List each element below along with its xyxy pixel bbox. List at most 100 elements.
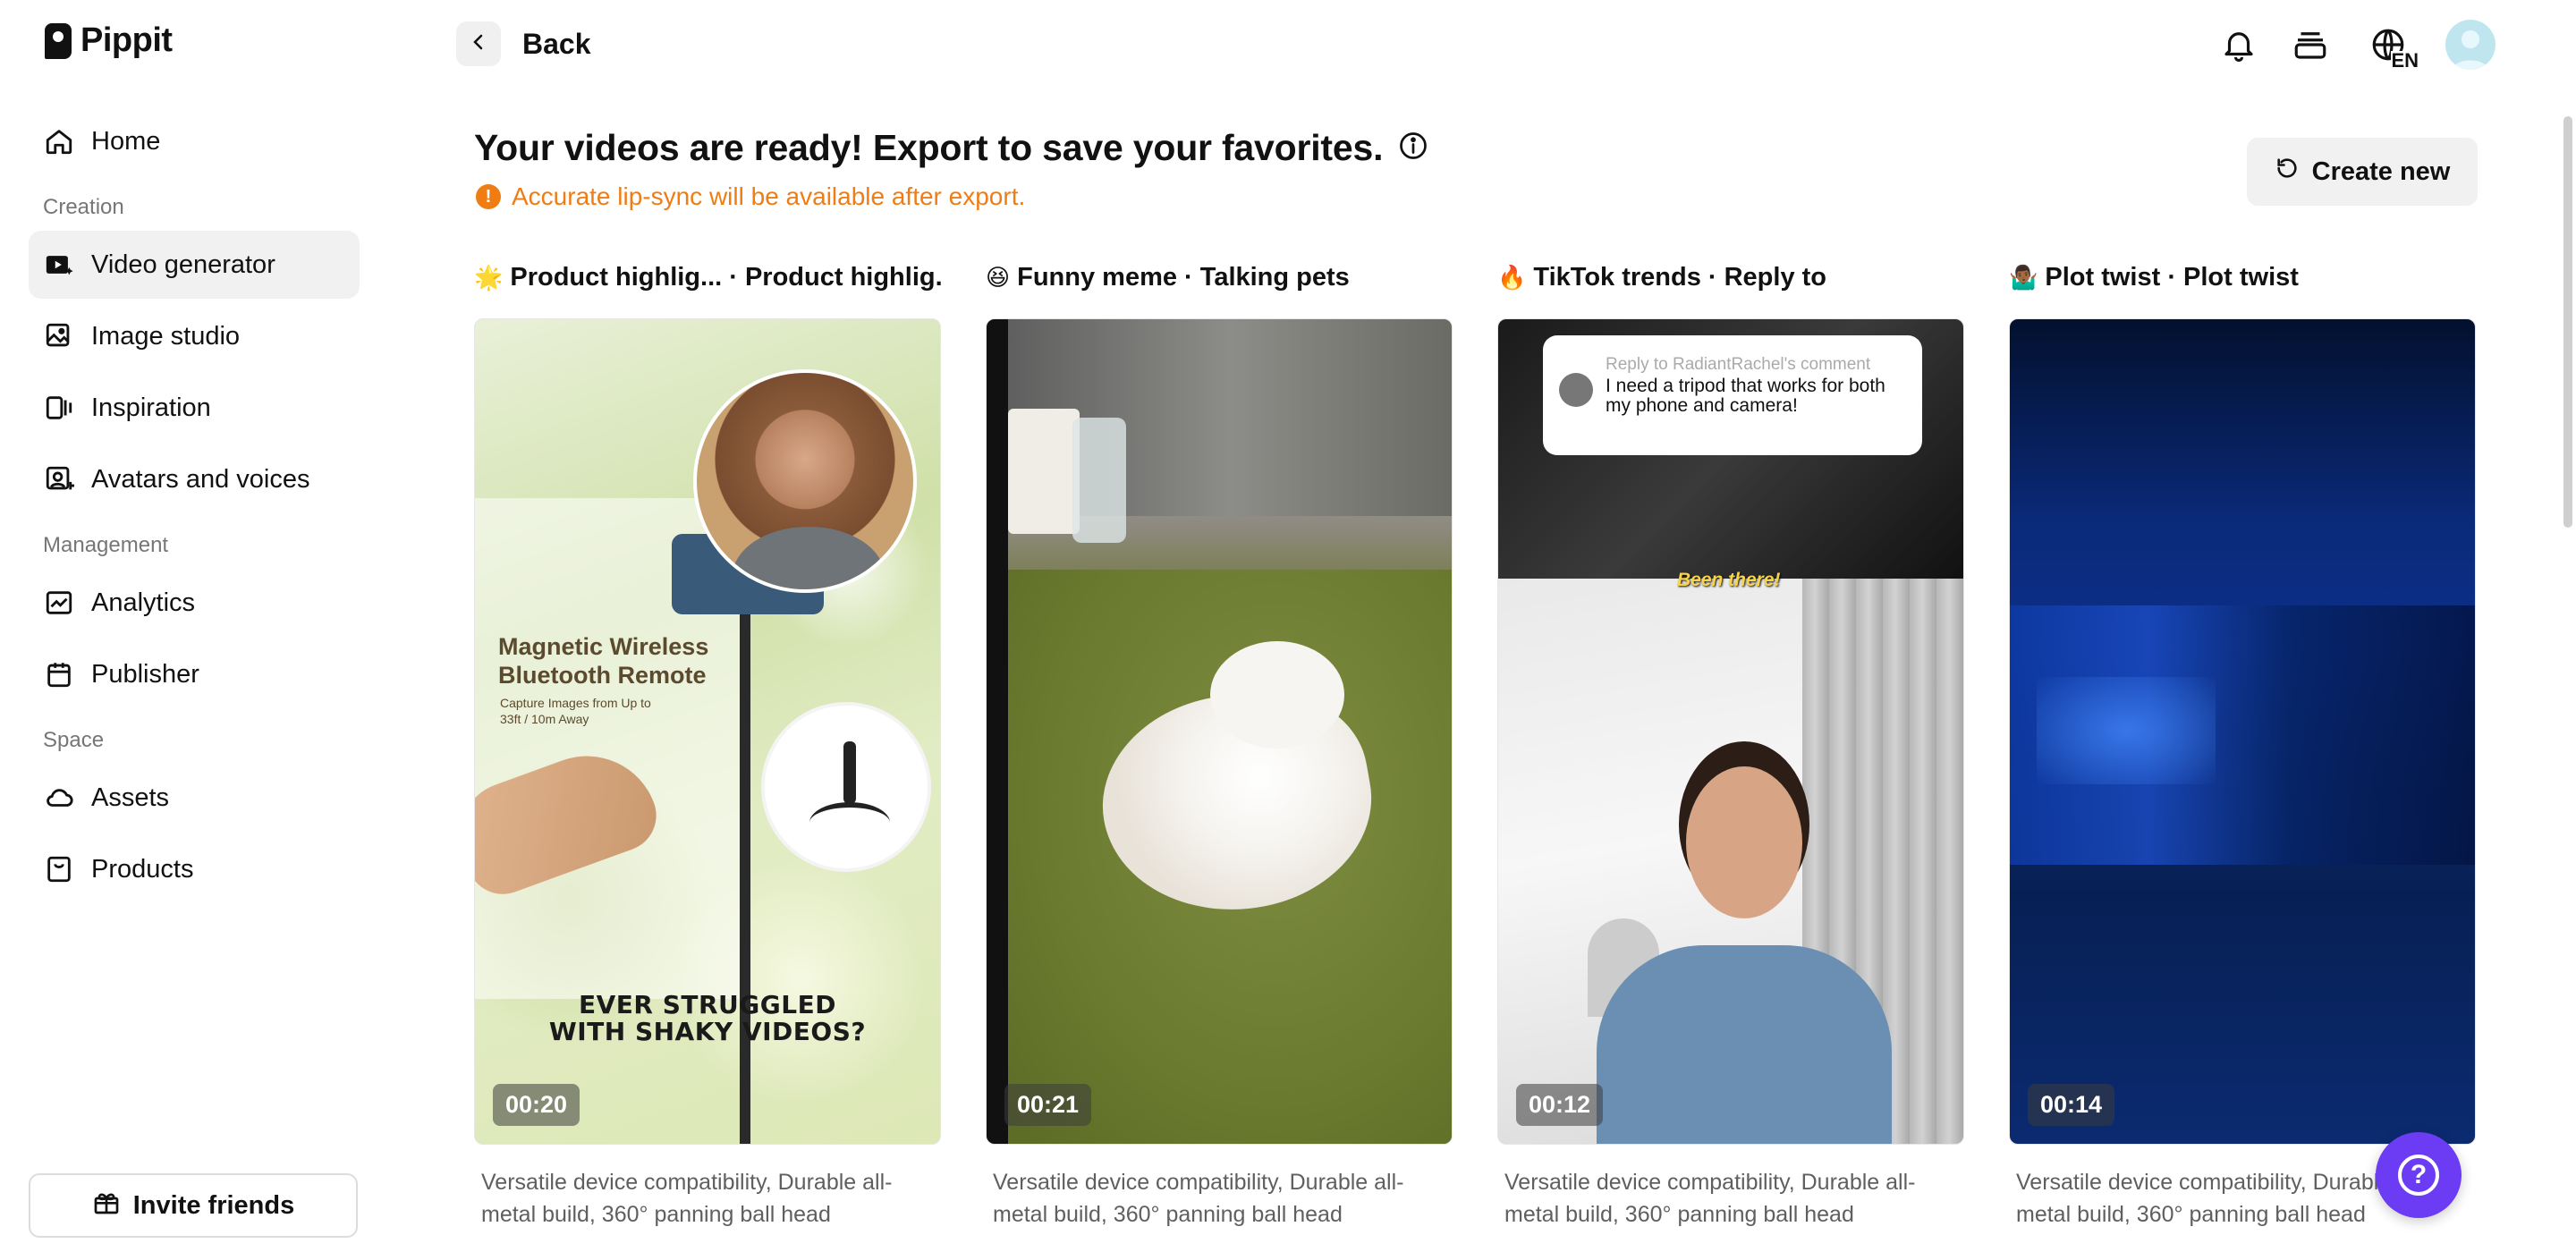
page-title: Your videos are ready! Export to save yo…: [474, 127, 1384, 168]
card-description: Versatile device compatibility, Durable …: [993, 1170, 1404, 1227]
layers-icon[interactable]: [2290, 24, 2331, 65]
sidebar-item-products[interactable]: Products: [29, 835, 360, 903]
overlay-caption: EVER STRUGGLED WITH SHAKY VIDEOS?: [548, 990, 867, 1046]
inspiration-icon: [43, 392, 75, 424]
sidebar: Pippit Home Creation Video generator Ima…: [0, 0, 385, 1252]
section-title-management: Management: [43, 533, 169, 557]
brand-logo[interactable]: Pippit: [45, 21, 173, 60]
section-title-space: Space: [43, 728, 105, 752]
card-title: 🤷🏾‍♂️ Plot twist · Plot twist: [2009, 256, 2476, 299]
bell-icon[interactable]: [2218, 24, 2259, 65]
sidebar-item-label: Publisher: [91, 659, 199, 689]
language-badge: EN: [2391, 49, 2419, 72]
reply-comment-bubble: Reply to RadiantRachel's comment I need …: [1543, 335, 1922, 455]
sidebar-item-avatars-voices[interactable]: Avatars and voices: [29, 445, 360, 513]
video-card-list: 🌟 Product highlig... · Product highlig..…: [474, 256, 2476, 1231]
video-card[interactable]: 🔥 TikTok trends · Reply to Reply to Radi…: [1497, 256, 1964, 1231]
invite-label: Invite friends: [132, 1190, 295, 1220]
card-title: 😆 Funny meme · Talking pets: [986, 256, 1453, 299]
warning-icon: !: [476, 184, 501, 209]
duration-badge: 00:20: [493, 1084, 580, 1126]
overlay-title: Magnetic Wireless Bluetooth Remote: [498, 633, 709, 689]
sidebar-item-label: Assets: [91, 782, 170, 812]
sidebar-item-label: Analytics: [91, 588, 196, 617]
sidebar-item-inspiration[interactable]: Inspiration: [29, 374, 360, 442]
bottle-graphic: [1072, 418, 1126, 543]
overlay-caption: Been there!: [1677, 570, 1781, 590]
duration-badge: 00:12: [1516, 1084, 1604, 1126]
card-description: Versatile device compatibility, Durable …: [1504, 1170, 1916, 1227]
brand-name: Pippit: [80, 21, 173, 59]
sidebar-item-publisher[interactable]: Publisher: [29, 640, 360, 708]
sidebar-item-label: Avatars and voices: [91, 464, 310, 494]
sidebar-nav: Home Creation Video generator Image stud…: [29, 107, 360, 907]
video-card[interactable]: 😆 Funny meme · Talking pets 00:21 Versat…: [986, 256, 1453, 1231]
user-avatar[interactable]: [2445, 20, 2496, 70]
card-emoji: 🔥: [1497, 263, 1527, 291]
card-emoji: 🤷🏾‍♂️: [2009, 263, 2038, 291]
sidebar-item-label: Inspiration: [91, 393, 211, 422]
presenter-head: [1686, 766, 1802, 918]
invite-friends-button[interactable]: Invite friends: [29, 1173, 358, 1238]
card-emoji: 😆: [986, 263, 1011, 291]
glow-graphic: [2037, 677, 2216, 784]
card-description: Versatile device compatibility, Durable …: [481, 1170, 893, 1227]
header-actions: EN: [2218, 20, 2496, 71]
commenter-avatar: [1559, 373, 1593, 407]
sidebar-item-label: Image studio: [91, 321, 241, 351]
video-card[interactable]: 🌟 Product highlig... · Product highlig..…: [474, 256, 941, 1231]
back-button[interactable]: [456, 21, 501, 66]
tripod-graphic: [761, 702, 931, 872]
video-card[interactable]: 🤷🏾‍♂️ Plot twist · Plot twist 00:14 Vers…: [2009, 256, 2476, 1231]
sidebar-item-analytics[interactable]: Analytics: [29, 569, 360, 637]
cat-head-graphic: [1210, 641, 1344, 749]
gift-icon: [92, 1188, 121, 1223]
card-title-text: Product highlig... · Product highlig...: [510, 262, 941, 292]
back-label[interactable]: Back: [522, 28, 591, 61]
refresh-icon: [2275, 156, 2300, 188]
info-icon[interactable]: [1397, 130, 1429, 166]
chevron-left-icon: [468, 31, 489, 57]
home-icon: [43, 125, 75, 157]
section-title-creation: Creation: [43, 195, 124, 219]
notice-text: Accurate lip-sync will be available afte…: [512, 182, 1026, 210]
product-box-icon: [43, 853, 75, 885]
avatar-voice-icon: [43, 463, 75, 495]
card-emoji: 🌟: [474, 263, 504, 291]
language-globe-icon[interactable]: EN: [2361, 24, 2419, 71]
sidebar-item-home[interactable]: Home: [29, 107, 360, 175]
cloud-icon: [43, 782, 75, 814]
card-title: 🌟 Product highlig... · Product highlig..…: [474, 256, 941, 299]
card-title: 🔥 TikTok trends · Reply to: [1497, 256, 1964, 299]
duration-badge: 00:14: [2028, 1084, 2115, 1126]
video-thumbnail[interactable]: 00:21: [986, 318, 1453, 1145]
card-title-text: Plot twist · Plot twist: [2045, 262, 2299, 292]
card-title-text: Funny meme · Talking pets: [1017, 262, 1350, 292]
sidebar-item-label: Video generator: [91, 250, 275, 279]
create-new-label: Create new: [2311, 156, 2451, 186]
sidebar-item-label: Products: [91, 854, 194, 884]
sidebar-item-image-studio[interactable]: Image studio: [29, 302, 360, 370]
video-thumbnail[interactable]: Magnetic Wireless Bluetooth Remote Captu…: [474, 318, 941, 1145]
letterbox-bar: [987, 319, 1008, 1144]
overlay-subtitle: Capture Images from Up to 33ft / 10m Awa…: [500, 696, 651, 726]
card-title-text: TikTok trends · Reply to: [1533, 262, 1827, 292]
sidebar-item-assets[interactable]: Assets: [29, 764, 360, 832]
video-generator-icon: [43, 249, 75, 281]
vertical-scrollbar[interactable]: [2563, 116, 2572, 528]
duration-badge: 00:21: [1004, 1084, 1092, 1126]
presenter-body: [1597, 945, 1892, 1144]
analytics-icon: [43, 587, 75, 619]
comment-text: I need a tripod that works for both my p…: [1606, 376, 1885, 416]
video-thumbnail[interactable]: 00:14: [2009, 318, 2476, 1145]
video-thumbnail[interactable]: Reply to RadiantRachel's comment I need …: [1497, 318, 1964, 1145]
create-new-button[interactable]: Create new: [2247, 138, 2478, 206]
help-button[interactable]: ?: [2376, 1132, 2462, 1218]
box-graphic: [1008, 409, 1080, 534]
sidebar-item-video-generator[interactable]: Video generator: [29, 231, 360, 299]
tripod-pole: [740, 543, 750, 1144]
help-icon: ?: [2398, 1155, 2439, 1196]
back-nav[interactable]: Back: [456, 21, 591, 66]
calendar-icon: [43, 658, 75, 690]
reply-to-text: Reply to RadiantRachel's comment: [1606, 355, 1871, 374]
